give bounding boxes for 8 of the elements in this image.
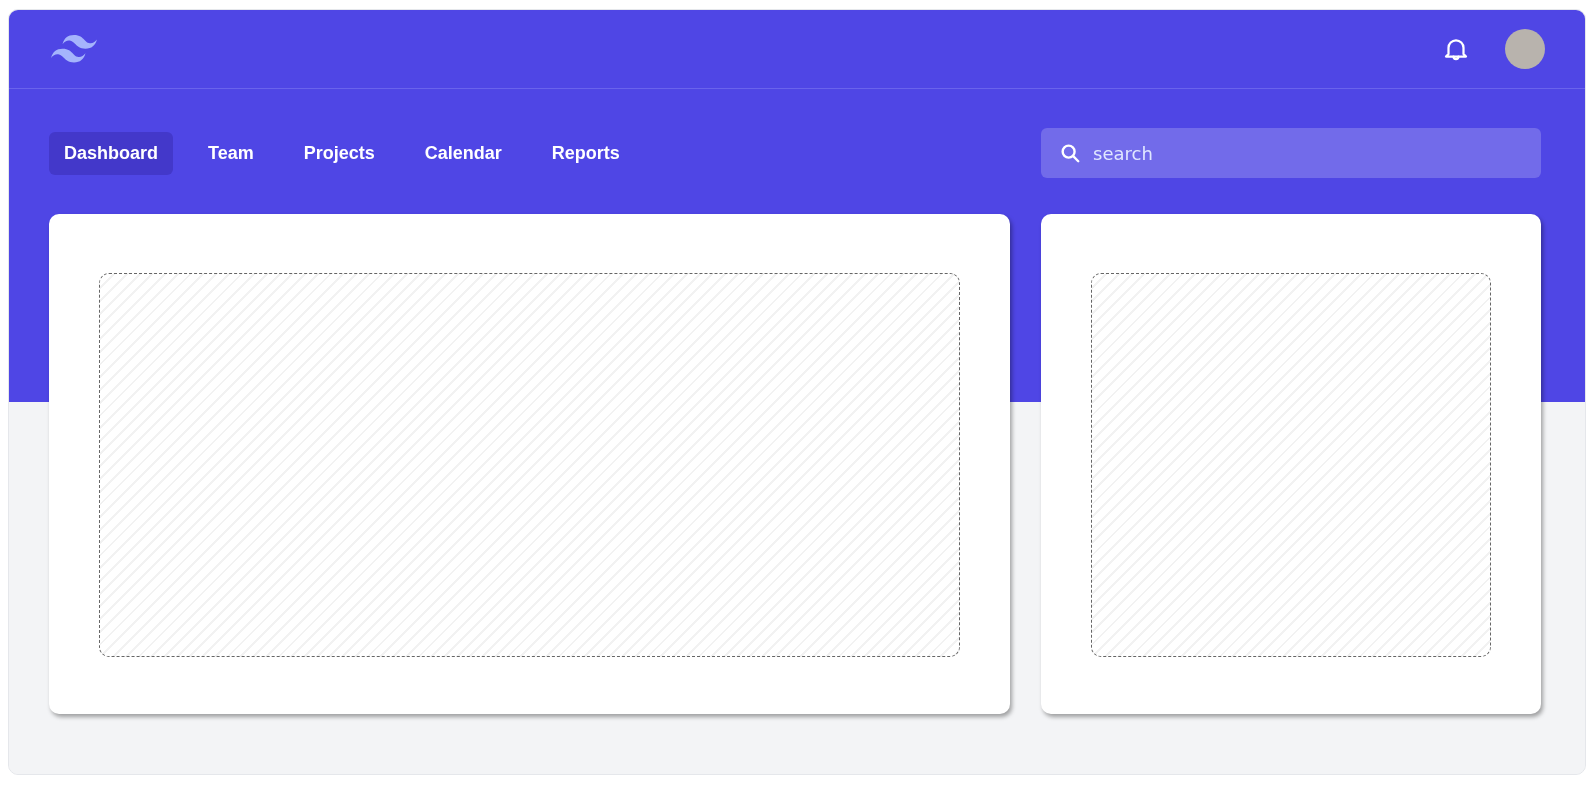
- nav-tab[interactable]: Projects: [288, 131, 390, 175]
- nav-tab[interactable]: Reports: [536, 131, 635, 175]
- user-avatar[interactable]: [1505, 29, 1545, 69]
- waves-logo-icon[interactable]: [51, 35, 97, 63]
- nav-tab[interactable]: Calendar: [409, 131, 517, 175]
- nav-tab[interactable]: Team: [193, 131, 269, 175]
- search-icon: [1059, 142, 1081, 164]
- nav-tab[interactable]: Dashboard: [49, 131, 174, 175]
